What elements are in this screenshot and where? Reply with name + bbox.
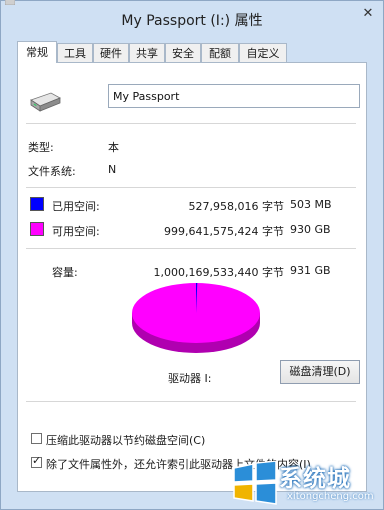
- index-contents-checkbox[interactable]: ✓: [31, 454, 42, 468]
- separator: [26, 401, 356, 402]
- disk-usage-pie-chart: [132, 282, 260, 353]
- used-space-swatch: [30, 197, 44, 211]
- filesystem-value: N: [108, 163, 117, 176]
- compress-drive-label: 压缩此驱动器以节约磁盘空间(C): [46, 434, 206, 447]
- capacity-label: 容量:: [52, 266, 78, 279]
- used-space-size: 503 MB: [290, 198, 332, 211]
- tab-tools[interactable]: 工具: [57, 43, 93, 62]
- type-label: 类型:: [28, 141, 54, 154]
- separator: [26, 248, 356, 249]
- compress-drive-checkbox[interactable]: [31, 433, 42, 444]
- used-space-bytes: 527,958,016 字节: [188, 200, 284, 213]
- type-value: 本: [108, 141, 119, 154]
- tab-hardware[interactable]: 硬件: [93, 43, 129, 62]
- properties-window: My Passport (I:) 属性 ✕ 常规 工具 硬件 共享 安全 配额 …: [0, 0, 384, 510]
- capacity-bytes: 1,000,169,533,440 字节: [153, 266, 284, 279]
- window-title: My Passport (I:) 属性: [121, 13, 263, 29]
- checkmark-icon: ✓: [32, 454, 42, 467]
- watermark-url: xitongcheng.com: [287, 491, 374, 502]
- app-icon: [5, 0, 15, 5]
- free-space-swatch: [30, 222, 44, 236]
- drive-letter-label: 驱动器 I:: [168, 372, 212, 385]
- drive-name-input[interactable]: [108, 84, 360, 108]
- tab-general[interactable]: 常规: [17, 41, 57, 63]
- external-drive-icon: [30, 92, 61, 112]
- tab-sharing[interactable]: 共享: [129, 43, 165, 62]
- watermark-title: 系统城: [279, 466, 351, 492]
- tab-customize[interactable]: 自定义: [239, 43, 287, 62]
- tab-quota[interactable]: 配额: [201, 43, 239, 62]
- used-space-label: 已用空间:: [52, 200, 100, 213]
- capacity-size: 931 GB: [290, 264, 331, 277]
- tab-security[interactable]: 安全: [165, 43, 201, 62]
- separator: [26, 123, 356, 124]
- disk-cleanup-button[interactable]: 磁盘清理(D): [280, 360, 360, 384]
- general-panel: 类型: 本 文件系统: N 已用空间: 527,958,016 字节 503 M…: [17, 62, 367, 492]
- filesystem-label: 文件系统:: [28, 165, 76, 178]
- separator: [26, 187, 356, 188]
- free-space-size: 930 GB: [290, 223, 331, 236]
- close-button[interactable]: ✕: [359, 7, 377, 21]
- site-watermark: 系统城 xitongcheng.com: [229, 457, 381, 509]
- title-bar[interactable]: My Passport (I:) 属性 ✕: [1, 0, 383, 35]
- free-space-label: 可用空间:: [52, 225, 100, 238]
- free-space-bytes: 999,641,575,424 字节: [164, 225, 284, 238]
- windows-logo-icon: [233, 461, 277, 505]
